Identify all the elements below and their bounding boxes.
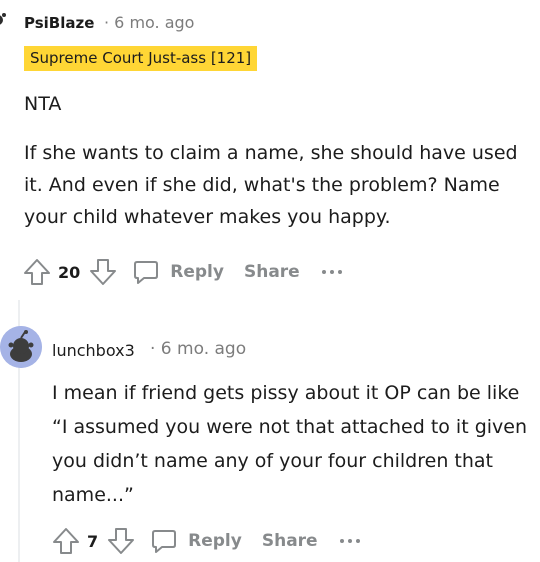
speech-bubble-icon	[150, 527, 178, 555]
comment-timestamp[interactable]: · 6 mo. ago	[104, 13, 194, 32]
vote-score: 20	[58, 262, 81, 282]
comment-body: NTA If she wants to claim a name, she sh…	[24, 88, 529, 233]
vote-score: 7	[87, 531, 99, 551]
snoo-avatar-icon[interactable]	[0, 12, 12, 34]
comment-paragraph: If she wants to claim a name, she should…	[24, 142, 518, 228]
downvote-arrow-icon[interactable]	[106, 526, 136, 556]
comment-author[interactable]: PsiBlaze	[24, 14, 94, 32]
comment-action-bar: 7 Reply Share	[51, 525, 360, 557]
more-dots-icon[interactable]	[321, 270, 342, 274]
reply-label: Reply	[170, 262, 224, 282]
comment-paragraph: I mean if friend gets pissy about it OP …	[52, 382, 528, 506]
comment-author[interactable]: lunchbox3	[52, 341, 135, 360]
speech-bubble-icon	[132, 258, 160, 286]
comment-thread: PsiBlaze · 6 mo. ago Supreme Court Just-…	[0, 0, 540, 562]
user-flair-badge: Supreme Court Just-ass [121]	[24, 46, 258, 71]
reply-button[interactable]: Reply	[132, 258, 224, 286]
upvote-arrow-icon[interactable]	[51, 526, 81, 556]
comment-timestamp[interactable]: · 6 mo. ago	[150, 339, 246, 359]
more-dots-icon[interactable]	[339, 539, 360, 543]
share-button[interactable]: Share	[244, 262, 300, 282]
share-button[interactable]: Share	[262, 531, 318, 551]
comment-paragraph: NTA	[24, 93, 62, 115]
reply-button[interactable]: Reply	[150, 527, 242, 555]
downvote-arrow-icon[interactable]	[88, 257, 118, 287]
comment-action-bar: 20 Reply Share	[22, 256, 342, 288]
reply-label: Reply	[188, 531, 242, 551]
upvote-arrow-icon[interactable]	[22, 257, 52, 287]
snoo-avatar-icon[interactable]	[0, 326, 42, 368]
comment-body: I mean if friend gets pissy about it OP …	[52, 376, 532, 512]
